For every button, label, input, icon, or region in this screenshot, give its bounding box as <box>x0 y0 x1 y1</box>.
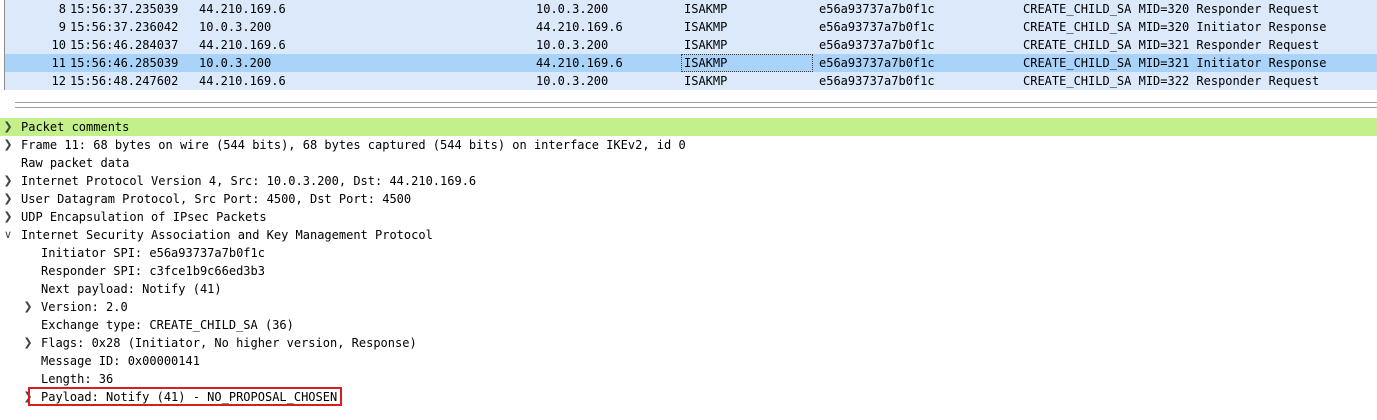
tree-node-label: Raw packet data <box>21 156 130 170</box>
packet-no-cell: 8 <box>58 2 66 16</box>
packet-dst-cell: 10.0.3.200 <box>536 38 609 52</box>
packet-row[interactable]: 12 15:56:48.247602 44.210.169.6 10.0.3.200 I… <box>4 72 1377 90</box>
tree-node-label: UDP Encapsulation of IPsec Packets <box>21 210 267 224</box>
tree-node[interactable]: ❯ Flags: 0x28 (Initiator, No higher versi… <box>0 334 1377 352</box>
tree-node-label: User Datagram Protocol, Src Port: 4500, … <box>21 192 412 206</box>
chevron-right-icon[interactable]: ❯ <box>2 190 14 208</box>
packet-info-cell: CREATE_CHILD_SA MID=322 Responder Reques… <box>1023 74 1320 88</box>
tree-node[interactable]: Next payload: Notify (41) <box>0 280 1377 298</box>
packet-row-selected[interactable]: 11 15:56:46.285039 10.0.3.200 44.210.169.6 I… <box>4 54 1377 72</box>
packet-time-cell: 15:56:48.247602 <box>70 74 179 88</box>
chevron-down-icon[interactable]: ∨ <box>2 226 14 244</box>
packet-dst-cell: 10.0.3.200 <box>536 74 609 88</box>
tree-node[interactable]: ∨ Internet Security Association and Key M… <box>0 226 1377 244</box>
packet-info-cell: CREATE_CHILD_SA MID=321 Initiator Respon… <box>1023 56 1327 70</box>
chevron-right-icon[interactable]: ❯ <box>2 136 14 154</box>
packet-src-cell: 44.210.169.6 <box>199 74 286 88</box>
splitter-handle[interactable] <box>15 102 1377 108</box>
row-gutter-line <box>4 36 5 54</box>
packet-spi-cell: e56a93737a7b0f1c <box>819 20 935 34</box>
tree-node[interactable]: ❯ Internet Protocol Version 4, Src: 10.0.… <box>0 172 1377 190</box>
tree-node[interactable]: Message ID: 0x00000141 <box>0 352 1377 370</box>
packet-dst-cell: 44.210.169.6 <box>536 56 623 70</box>
packet-time-cell: 15:56:46.285039 <box>70 56 179 70</box>
tree-node[interactable]: ❯ User Datagram Protocol, Src Port: 4500,… <box>0 190 1377 208</box>
packet-list: 8 15:56:37.235039 44.210.169.6 10.0.3.200 IS… <box>0 0 1377 94</box>
row-gutter-line <box>4 18 5 36</box>
tree-node[interactable]: Exchange type: CREATE_CHILD_SA (36) <box>0 316 1377 334</box>
cell-focus-indicator <box>681 54 813 72</box>
packet-spi-cell: e56a93737a7b0f1c <box>819 38 935 52</box>
tree-node-label: Internet Security Association and Key Ma… <box>21 228 433 242</box>
tree-node[interactable]: ❯ Frame 11: 68 bytes on wire (544 bits), … <box>0 136 1377 154</box>
chevron-right-icon[interactable]: ❯ <box>2 208 14 226</box>
tree-node[interactable]: ❯ Packet comments <box>0 118 1377 136</box>
packet-proto-cell: ISAKMP <box>684 74 728 88</box>
tree-node[interactable]: Responder SPI: c3fce1b9c66ed3b3 <box>0 262 1377 280</box>
tree-node-label: Next payload: Notify (41) <box>41 282 222 296</box>
packet-no-cell: 9 <box>58 20 66 34</box>
tree-node-label: Flags: 0x28 (Initiator, No higher versio… <box>41 336 417 350</box>
row-gutter-line <box>4 72 5 90</box>
tree-node-label: Version: 2.0 <box>41 300 128 314</box>
packet-dst-cell: 44.210.169.6 <box>536 20 623 34</box>
packet-row[interactable]: 10 15:56:46.284037 44.210.169.6 10.0.3.200 I… <box>4 36 1377 54</box>
packet-time-cell: 15:56:46.284037 <box>70 38 179 52</box>
packet-dst-cell: 10.0.3.200 <box>536 2 609 16</box>
packet-spi-cell: e56a93737a7b0f1c <box>819 56 935 70</box>
tree-node-label: Message ID: 0x00000141 <box>41 354 200 368</box>
row-gutter-line <box>4 54 5 72</box>
tree-node-label: Frame 11: 68 bytes on wire (544 bits), 6… <box>21 138 686 152</box>
tree-node-label: Internet Protocol Version 4, Src: 10.0.3… <box>21 174 477 188</box>
pane-splitter[interactable] <box>0 94 1377 116</box>
chevron-right-icon[interactable]: ❯ <box>2 172 14 190</box>
chevron-right-icon[interactable]: ❯ <box>2 118 14 136</box>
packet-src-cell: 10.0.3.200 <box>199 20 272 34</box>
chevron-right-icon[interactable]: ❯ <box>22 298 34 316</box>
tree-node-label: Exchange type: CREATE_CHILD_SA (36) <box>41 318 294 332</box>
packet-row[interactable]: 9 15:56:37.236042 10.0.3.200 44.210.169.6 IS… <box>4 18 1377 36</box>
packet-no-cell: 11 <box>51 56 66 70</box>
packet-proto-cell: ISAKMP <box>684 2 728 16</box>
tree-node[interactable]: ❯ UDP Encapsulation of IPsec Packets <box>0 208 1377 226</box>
tree-node-label: Initiator SPI: e56a93737a7b0f1c <box>41 246 265 260</box>
packet-proto-cell: ISAKMP <box>684 38 728 52</box>
tree-node-label: Length: 36 <box>41 372 114 386</box>
tree-node-label: Responder SPI: c3fce1b9c66ed3b3 <box>41 264 265 278</box>
chevron-right-icon[interactable]: ❯ <box>22 334 34 352</box>
packet-spi-cell: e56a93737a7b0f1c <box>819 74 935 88</box>
packet-time-cell: 15:56:37.236042 <box>70 20 179 34</box>
tree-node-label: Packet comments <box>21 120 130 134</box>
packet-time-cell: 15:56:37.235039 <box>70 2 179 16</box>
tree-node[interactable]: Length: 36 <box>0 370 1377 388</box>
annotation-highlight-box <box>28 387 342 406</box>
packet-no-cell: 10 <box>51 38 66 52</box>
packet-spi-cell: e56a93737a7b0f1c <box>819 2 935 16</box>
packet-proto-cell: ISAKMP <box>684 20 728 34</box>
packet-details-tree: ❯ Packet comments ❯ Frame 11: 68 bytes on w… <box>0 118 1377 420</box>
packet-info-cell: CREATE_CHILD_SA MID=320 Responder Reques… <box>1023 2 1320 16</box>
tree-node[interactable]: Initiator SPI: e56a93737a7b0f1c <box>0 244 1377 262</box>
packet-src-cell: 10.0.3.200 <box>199 56 272 70</box>
packet-info-cell: CREATE_CHILD_SA MID=320 Initiator Respon… <box>1023 20 1327 34</box>
packet-src-cell: 44.210.169.6 <box>199 38 286 52</box>
packet-src-cell: 44.210.169.6 <box>199 2 286 16</box>
packet-row[interactable]: 8 15:56:37.235039 44.210.169.6 10.0.3.200 IS… <box>4 0 1377 18</box>
tree-node[interactable]: ❯ Version: 2.0 <box>0 298 1377 316</box>
packet-no-cell: 12 <box>51 74 66 88</box>
packet-info-cell: CREATE_CHILD_SA MID=321 Responder Reques… <box>1023 38 1320 52</box>
row-gutter-line <box>4 0 5 18</box>
tree-node[interactable]: Raw packet data <box>0 154 1377 172</box>
